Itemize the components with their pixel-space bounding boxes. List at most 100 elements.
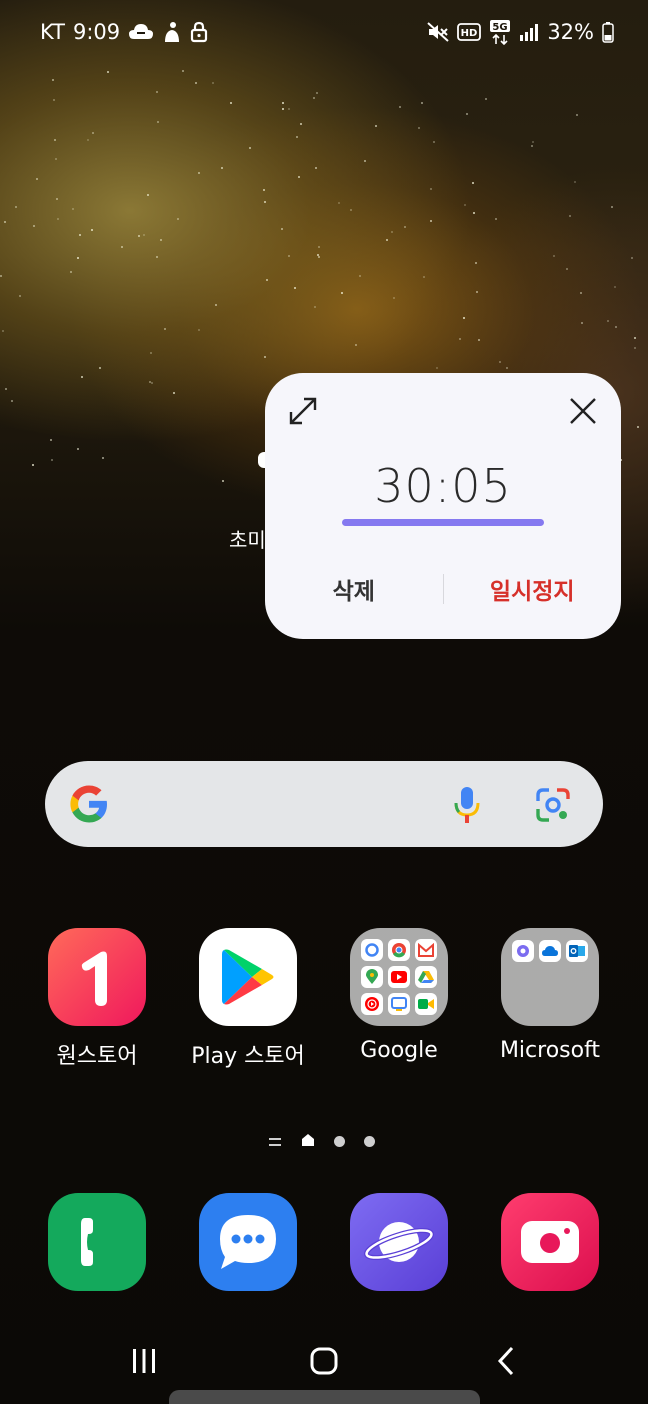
star bbox=[176, 218, 179, 221]
star bbox=[214, 303, 217, 306]
star bbox=[262, 189, 265, 192]
star bbox=[463, 317, 466, 320]
star bbox=[317, 246, 320, 249]
star bbox=[173, 391, 176, 394]
star bbox=[160, 238, 163, 241]
star bbox=[101, 456, 104, 459]
star bbox=[358, 274, 361, 277]
star bbox=[337, 202, 340, 205]
delete-button[interactable]: 삭제 bbox=[265, 572, 443, 606]
star bbox=[393, 296, 396, 299]
lens-icon[interactable] bbox=[535, 787, 571, 827]
star bbox=[137, 235, 140, 238]
star bbox=[92, 131, 95, 134]
star bbox=[50, 439, 53, 442]
star bbox=[607, 320, 610, 323]
menu-lines-icon[interactable] bbox=[268, 1132, 282, 1151]
google-app-icon bbox=[361, 939, 383, 961]
google-folder-icon bbox=[350, 928, 448, 1026]
app-microsoft-folder[interactable]: Microsoft bbox=[475, 928, 625, 1063]
star bbox=[316, 91, 319, 94]
star bbox=[53, 98, 56, 101]
play-store-icon bbox=[199, 928, 297, 1026]
microsoft-folder-icon bbox=[501, 928, 599, 1026]
expand-icon[interactable] bbox=[285, 393, 321, 429]
star bbox=[403, 225, 406, 228]
chrome-icon bbox=[388, 939, 410, 961]
star bbox=[399, 106, 402, 109]
star bbox=[499, 361, 502, 364]
star bbox=[263, 355, 266, 358]
star bbox=[0, 274, 3, 277]
star bbox=[56, 198, 59, 201]
dock-messages[interactable] bbox=[173, 1193, 323, 1291]
star bbox=[55, 158, 58, 161]
star bbox=[472, 211, 475, 214]
dock-phone[interactable] bbox=[22, 1193, 172, 1291]
dock-internet[interactable] bbox=[324, 1193, 474, 1291]
star bbox=[471, 182, 474, 185]
timer-actions: 삭제 일시정지 bbox=[265, 569, 621, 609]
star bbox=[98, 366, 101, 369]
timer-popup[interactable]: 30:05 삭제 일시정지 bbox=[265, 373, 621, 639]
star bbox=[18, 295, 21, 298]
page-dot[interactable] bbox=[334, 1136, 345, 1147]
star bbox=[121, 246, 124, 249]
app-google-folder[interactable]: Google bbox=[324, 928, 474, 1063]
pause-button[interactable]: 일시정지 bbox=[444, 572, 622, 606]
app-label: Google bbox=[360, 1038, 438, 1063]
recents-icon[interactable] bbox=[124, 1344, 164, 1378]
star bbox=[281, 101, 284, 104]
star bbox=[155, 91, 158, 94]
page-indicator[interactable] bbox=[268, 1132, 375, 1151]
mute-icon bbox=[427, 22, 449, 42]
star bbox=[475, 291, 478, 294]
star bbox=[296, 135, 299, 138]
star bbox=[355, 343, 358, 346]
star bbox=[198, 328, 201, 331]
close-icon[interactable] bbox=[565, 393, 601, 429]
star bbox=[484, 98, 487, 100]
lock-icon bbox=[190, 21, 208, 43]
star bbox=[565, 267, 568, 270]
gesture-hint-bar bbox=[169, 1390, 480, 1404]
battery-icon bbox=[602, 21, 614, 43]
star bbox=[458, 338, 461, 341]
star bbox=[106, 71, 109, 74]
home-page-icon[interactable] bbox=[301, 1132, 315, 1151]
star bbox=[297, 175, 300, 178]
carrier-label: KT bbox=[40, 20, 65, 44]
star bbox=[181, 70, 184, 72]
star bbox=[151, 382, 154, 385]
star bbox=[433, 140, 436, 143]
star bbox=[633, 346, 636, 349]
star bbox=[430, 220, 433, 223]
youtube-icon bbox=[388, 966, 410, 988]
mic-icon[interactable] bbox=[453, 785, 481, 829]
app-label: Play 스토어 bbox=[191, 1044, 305, 1069]
star bbox=[390, 231, 393, 234]
star bbox=[150, 352, 153, 355]
star bbox=[568, 214, 571, 217]
star bbox=[294, 286, 297, 289]
app-play-store[interactable]: Play 스토어 bbox=[173, 928, 323, 1070]
star bbox=[220, 167, 223, 170]
svg-text:5G: 5G bbox=[493, 22, 508, 33]
google-search-bar[interactable] bbox=[45, 761, 603, 847]
star bbox=[505, 367, 508, 370]
star bbox=[282, 107, 285, 110]
star bbox=[614, 286, 617, 289]
star bbox=[580, 321, 583, 324]
star bbox=[142, 233, 145, 236]
star bbox=[494, 217, 497, 220]
app-onestore[interactable]: 원스토어 bbox=[22, 928, 172, 1070]
star bbox=[463, 204, 466, 207]
star bbox=[2, 330, 5, 333]
phone-icon bbox=[48, 1193, 146, 1291]
page-dot[interactable] bbox=[364, 1136, 375, 1147]
back-icon[interactable] bbox=[486, 1344, 526, 1378]
home-icon[interactable] bbox=[304, 1344, 344, 1378]
dock-camera[interactable] bbox=[475, 1193, 625, 1291]
star bbox=[197, 171, 200, 174]
app-label: Microsoft bbox=[499, 1038, 601, 1063]
